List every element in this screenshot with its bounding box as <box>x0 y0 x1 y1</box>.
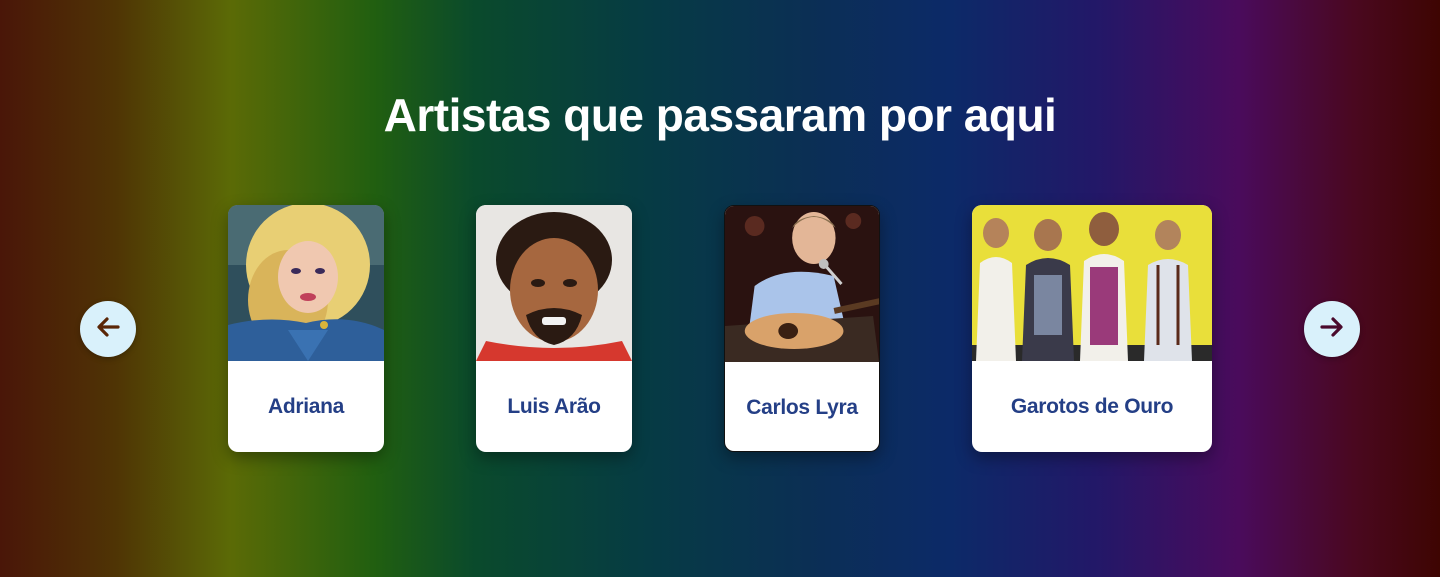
artist-name: Adriana <box>267 394 345 418</box>
artist-card[interactable]: Carlos Lyra <box>724 205 880 452</box>
artist-name: Luis Arão <box>507 394 601 418</box>
section-title: Artistas que passaram por aqui <box>383 89 1057 141</box>
carousel-prev-button[interactable] <box>80 301 136 357</box>
artist-name: Carlos Lyra <box>746 395 858 419</box>
garotos-de-ouro-photo <box>972 205 1212 361</box>
arrow-left-icon <box>94 313 122 346</box>
carlos-lyra-photo <box>725 206 879 362</box>
adriana-photo <box>228 205 384 361</box>
arrow-right-icon <box>1318 313 1346 346</box>
carousel-next-button[interactable] <box>1304 301 1360 357</box>
artist-card[interactable]: Luis Arão <box>476 205 632 452</box>
artist-name: Garotos de Ouro <box>1010 394 1174 418</box>
artist-card[interactable]: Adriana <box>228 205 384 452</box>
luis-arao-photo <box>476 205 632 361</box>
artist-card[interactable]: Garotos de Ouro <box>972 205 1212 452</box>
